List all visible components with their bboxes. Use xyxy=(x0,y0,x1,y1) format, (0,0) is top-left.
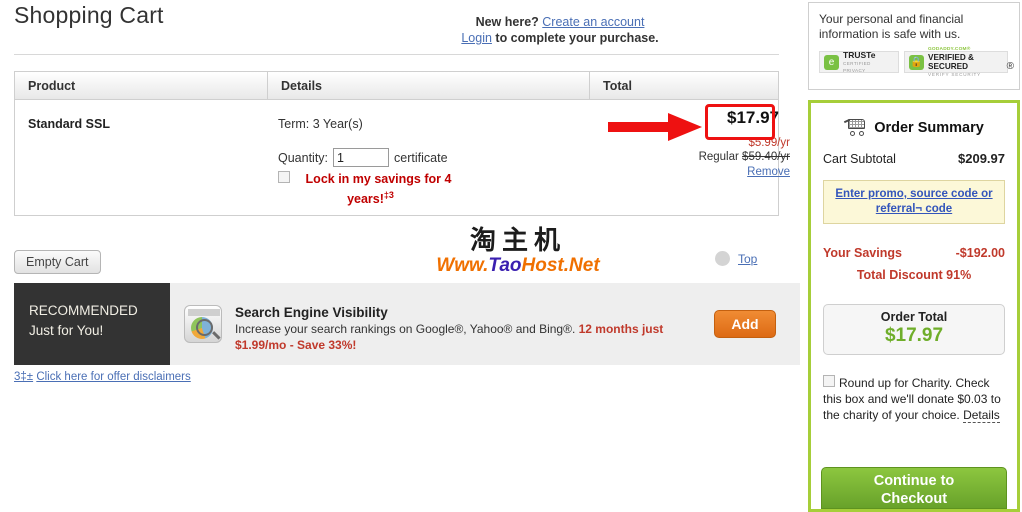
order-total-value: $17.97 xyxy=(884,325,944,346)
empty-cart-button[interactable]: Empty Cart xyxy=(14,250,101,274)
trust-badges: e TRUSTe CERTIFIED PRIVACY 🔒 GODADDY.COM… xyxy=(819,47,1009,77)
quantity-label: Quantity: xyxy=(278,150,329,165)
add-product-button[interactable]: Add xyxy=(714,310,776,338)
login-tail-text: to complete your purchase. xyxy=(491,31,659,45)
offer-disclaimers[interactable]: 3‡± Click here for offer disclaimers xyxy=(14,371,191,383)
padlock-icon: 🔒 xyxy=(909,54,924,70)
lock-savings-option[interactable]: Lock in my savings for 4 years!‡3 xyxy=(278,171,463,207)
table-header-row: Product Details Total xyxy=(14,71,779,100)
back-to-top-link[interactable]: Top xyxy=(738,252,757,266)
column-header-product: Product xyxy=(15,72,268,99)
truste-shield-icon: e xyxy=(824,54,839,70)
cart-subtotal-row: Cart Subtotal $209.97 xyxy=(823,151,1005,166)
charity-details-link[interactable]: Details xyxy=(963,408,1000,423)
truste-badge[interactable]: e TRUSTe CERTIFIED PRIVACY xyxy=(819,49,899,73)
annotation-arrow-icon xyxy=(608,113,702,141)
cart-subtotal-value: $209.97 xyxy=(958,151,1005,166)
header-divider xyxy=(14,54,779,55)
remove-item-link[interactable]: Remove xyxy=(747,166,790,178)
remove-item-link-wrap: Remove xyxy=(635,166,790,178)
order-summary-title: Order Summary xyxy=(874,119,984,136)
create-account-link[interactable]: Create an account xyxy=(542,15,644,29)
recommendation-text: Search Engine Visibility Increase your s… xyxy=(222,283,692,365)
checkout-button-line2: Checkout xyxy=(880,491,948,507)
quantity-row: Quantity: certificate xyxy=(278,148,448,167)
top-link-wrap: Top xyxy=(738,252,757,266)
line-item-price: $17.97 xyxy=(727,108,779,127)
watermark-chinese: 淘主机 xyxy=(469,226,566,256)
account-prompt: New here? Create an account Login to com… xyxy=(360,14,760,46)
quantity-input[interactable] xyxy=(333,148,390,167)
total-discount-text: Total Discount 91% xyxy=(856,268,972,282)
your-savings-label: Your Savings xyxy=(823,246,902,260)
quantity-unit: certificate xyxy=(394,150,448,165)
promo-code-link-line2[interactable]: referral¬ code xyxy=(876,203,952,215)
lock-savings-label: Lock in my savings for 4 years! xyxy=(305,172,452,207)
checkout-button-line1: Continue to xyxy=(873,473,955,489)
right-column: Your personal and financial information … xyxy=(806,0,1022,512)
trust-panel: Your personal and financial information … xyxy=(808,2,1020,90)
product-term: Term: 3 Year(s) xyxy=(278,117,363,131)
watermark-url: Www.TaoHost.Net xyxy=(436,255,600,276)
order-total-label: Order Total xyxy=(880,310,948,324)
page-title: Shopping Cart xyxy=(14,2,164,28)
regular-label: Regular xyxy=(698,151,739,163)
truste-badge-line1: TRUSTe xyxy=(843,49,876,60)
recommended-badge-line1: RECOMMENDED xyxy=(29,303,138,318)
recommendation-description: Increase your search rankings on Google®… xyxy=(235,321,692,353)
offer-disclaimers-link[interactable]: Click here for offer disclaimers xyxy=(36,371,190,383)
godaddy-badge-line2: VERIFIED & SECURED xyxy=(928,52,974,71)
column-header-total: Total xyxy=(603,78,632,93)
godaddy-badge-line3: VERIFY SECURITY xyxy=(928,71,982,77)
recommended-badge-line2: Just for You! xyxy=(29,323,104,338)
order-summary-panel: Order Summary Cart Subtotal $209.97 Ente… xyxy=(808,100,1020,512)
promo-code-box[interactable]: Enter promo, source code or referral¬ co… xyxy=(823,180,1005,224)
lock-savings-footnote: ‡3 xyxy=(383,190,394,200)
top-arrow-icon xyxy=(715,251,730,266)
lock-savings-checkbox[interactable] xyxy=(278,171,290,183)
order-summary-header: Order Summary xyxy=(823,118,1005,136)
recommendation-title: Search Engine Visibility xyxy=(235,305,388,320)
truste-badge-line2: CERTIFIED PRIVACY xyxy=(843,60,871,73)
column-header-details: Details xyxy=(268,72,590,99)
promo-code-link-line1[interactable]: Enter promo, source code or xyxy=(835,188,992,200)
line-item-regular-price: Regular $59.40/yr xyxy=(635,151,790,163)
disclaimer-marks: 3‡± xyxy=(14,371,34,383)
your-savings-row: Your Savings -$192.00 xyxy=(823,246,1005,260)
charity-checkbox[interactable] xyxy=(823,375,835,387)
line-item-price-per-year: $5.99/yr xyxy=(748,137,790,149)
continue-to-checkout-button[interactable]: Continue to Checkout xyxy=(821,467,1007,509)
recommendation-banner: RECOMMENDED Just for You! Search Engine … xyxy=(14,283,800,365)
charity-option[interactable]: Round up for Charity. Check this box and… xyxy=(823,375,1005,423)
shopping-cart-icon xyxy=(844,118,867,136)
your-savings-value: -$192.00 xyxy=(955,246,1005,260)
registered-trademark-mark: ® xyxy=(1006,61,1014,72)
login-link[interactable]: Login xyxy=(461,31,492,45)
search-engine-visibility-icon xyxy=(184,305,222,343)
order-total-box: Order Total $17.97 xyxy=(823,304,1005,355)
shopping-cart-page: Shopping Cart New here? Create an accoun… xyxy=(0,0,1022,512)
trust-text: Your personal and financial information … xyxy=(819,12,964,41)
product-name: Standard SSL xyxy=(28,117,110,131)
recommendation-desc-plain: Increase your search rankings on Google®… xyxy=(235,322,579,336)
recommended-badge: RECOMMENDED Just for You! xyxy=(14,283,170,365)
new-here-label: New here? xyxy=(475,15,539,29)
cart-subtotal-label: Cart Subtotal xyxy=(823,152,896,166)
watermark: 淘主机 Www.TaoHost.Net xyxy=(418,228,618,275)
regular-price-value: $59.40/yr xyxy=(742,151,790,163)
cart-table: Product Details Total Standard SSL Term:… xyxy=(14,71,790,216)
godaddy-badge[interactable]: 🔒 GODADDY.COM® VERIFIED & SECURED VERIFY… xyxy=(904,47,1008,77)
main-column: Shopping Cart New here? Create an accoun… xyxy=(0,0,800,512)
